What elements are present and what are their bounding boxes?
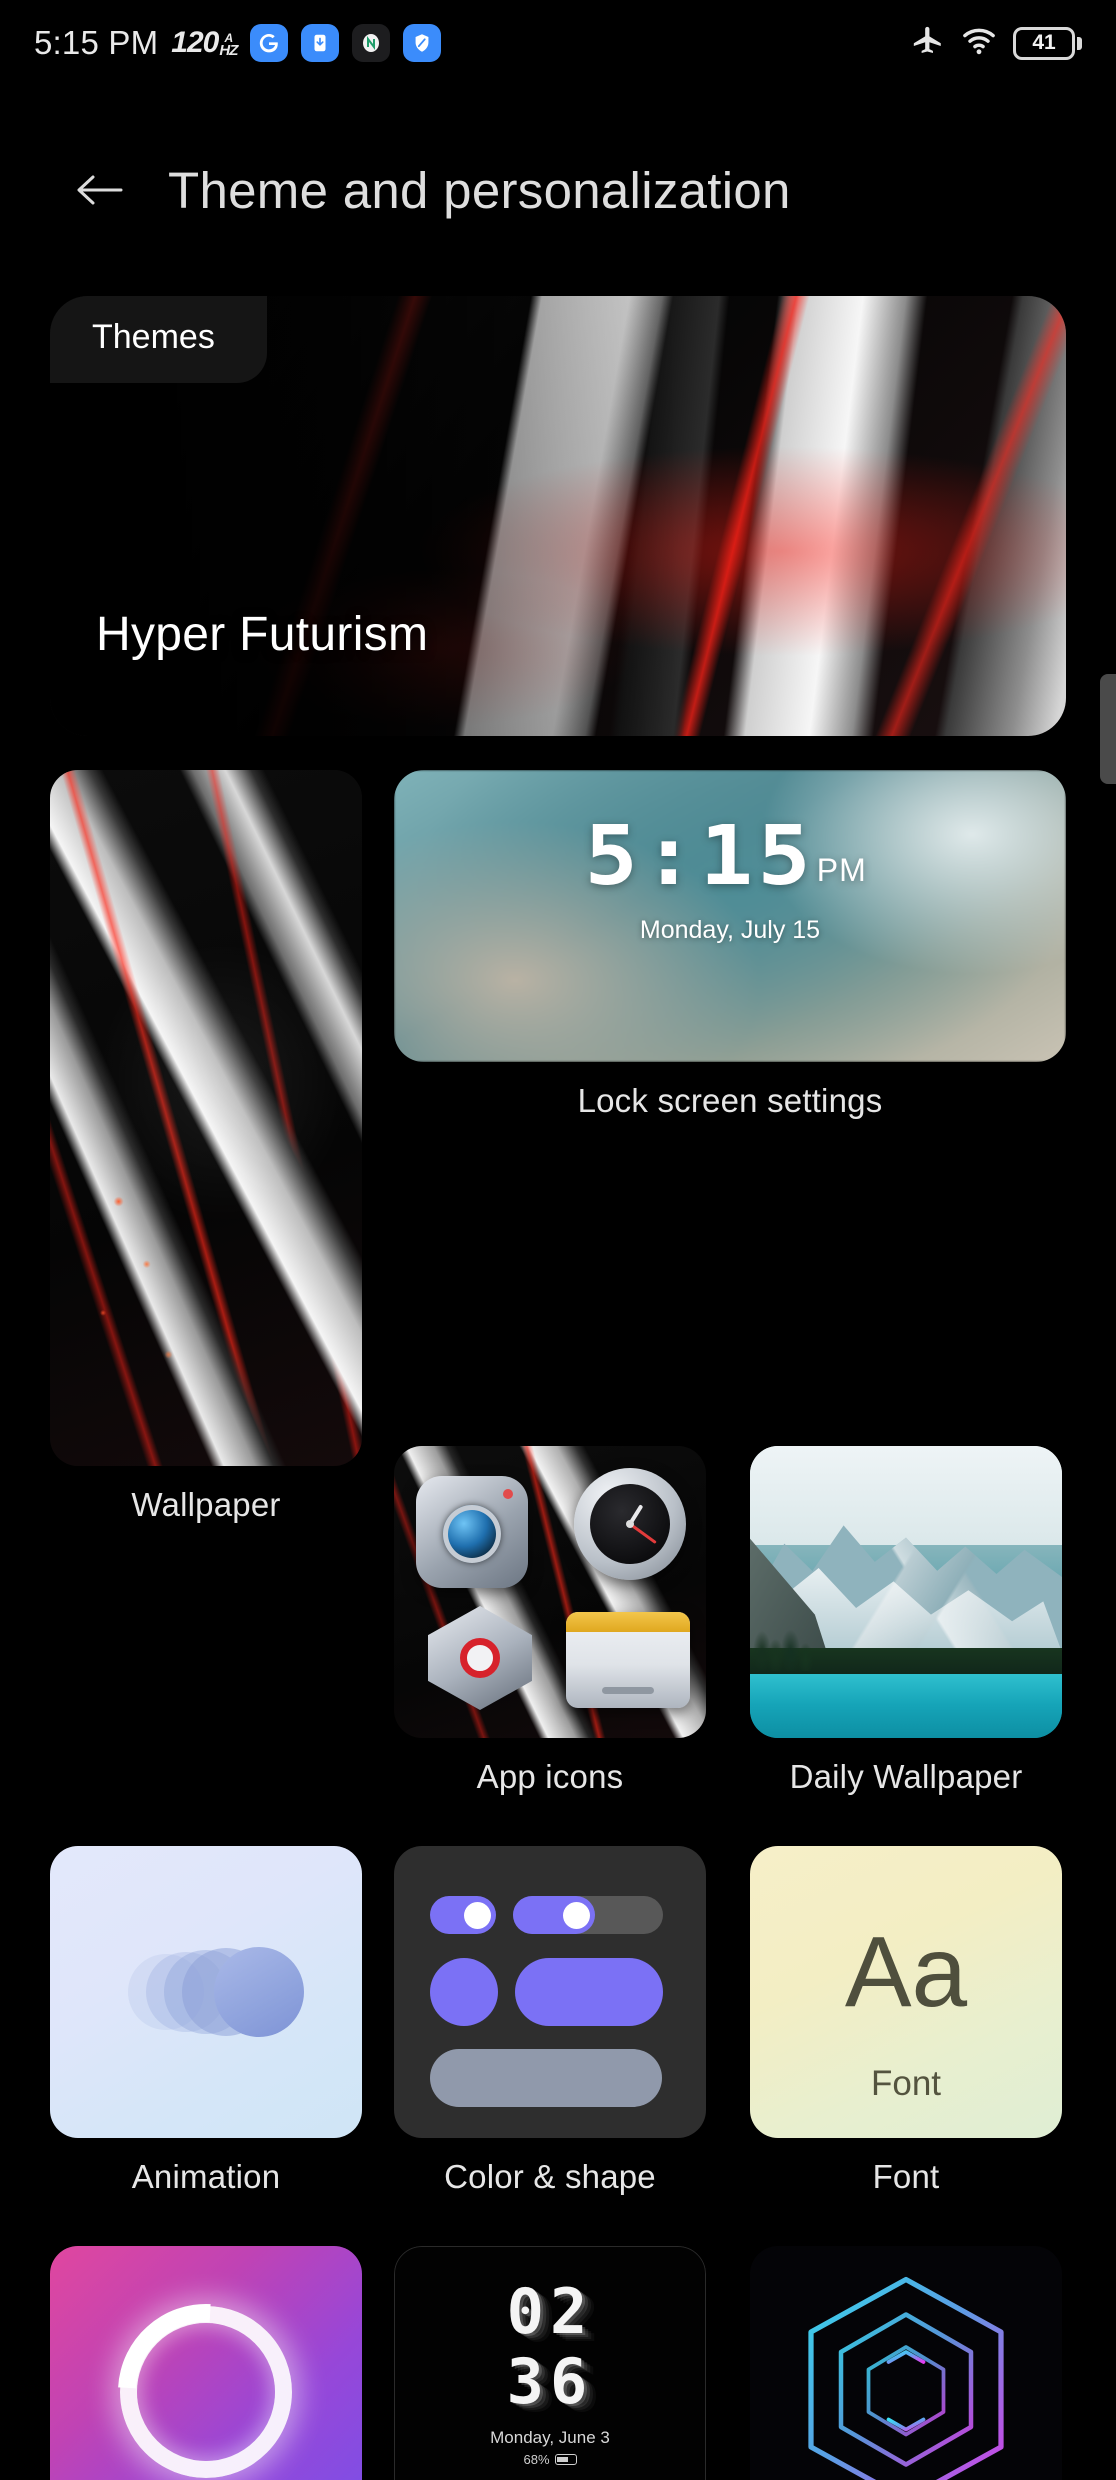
folder-slit-icon [602,1687,654,1694]
aod-battery: 68% [394,2452,706,2467]
light-strip-preview [50,2246,362,2480]
lock-screen-clock-widget: 5:15 PM Monday, July 15 [394,816,1066,945]
themes-chip-label: Themes [50,296,267,383]
animation-preview [50,1846,362,2138]
color-shape-toggle-wide-knob [563,1901,590,1929]
folder-tab-icon [566,1612,690,1632]
battery-cap-icon [1077,36,1082,50]
tile-label-animation: Animation [131,2158,281,2195]
page-header: Theme and personalization [0,140,1116,240]
status-bar-right: 41 [911,24,1082,63]
folder-app-icon-preview [566,1612,690,1708]
status-bar-clock: 5:15 PM [34,24,159,61]
font-preview: Aa Font [750,1846,1062,2138]
settings-scroll-area[interactable]: Themes Hyper Futurism Wallpaper 5:15 PM … [0,286,1116,2480]
color-shape-toggle-small-knob [464,1901,491,1929]
tile-font[interactable]: Aa Font Font [750,1846,1062,2196]
wifi-icon [961,26,997,61]
camera-app-icon-preview [416,1476,528,1588]
tile-animation[interactable]: Animation [50,1846,362,2196]
scrollbar-thumb[interactable] [1100,674,1116,784]
daily-wallpaper-lake [750,1673,1062,1738]
tile-app-icons[interactable]: App icons [394,1446,706,1796]
battery-level-label: 41 [1013,26,1075,60]
status-bar-left: 5:15 PM 120 A HZ [34,24,442,62]
gem-ring-icon [460,1638,500,1678]
tile-wallpaper[interactable]: Wallpaper [50,770,362,1524]
shield-app-icon [403,24,442,62]
refresh-rate-indicator: 120 A HZ [171,26,238,60]
tile-label-wallpaper: Wallpaper [131,1486,281,1523]
tile-label-app-icons: App icons [476,1758,624,1795]
app-icons-preview [394,1446,706,1738]
lock-screen-date: Monday, July 15 [639,916,821,944]
color-shape-bar-swatch [430,2049,662,2107]
back-button[interactable] [72,163,126,217]
wallpaper-preview [50,770,362,1466]
themes-banner-card[interactable]: Themes Hyper Futurism [50,296,1066,736]
tile-lock-screen-settings[interactable]: 5:15 PM Monday, July 15 Lock screen sett… [394,770,1066,1120]
network-app-icon [352,24,391,62]
tile-label-font: Font [872,2158,940,2195]
gem-app-icon-preview [428,1606,532,1710]
tile-label-lock-screen-settings: Lock screen settings [577,1082,883,1119]
color-shape-toggle-small [430,1896,496,1934]
aod-preview: 02 36 Monday, June 3 68% ◎ ⚒ ♪ ⋯ [394,2246,706,2480]
color-shape-circle-swatch [430,1958,498,2026]
aod-minutes: 36 [506,2345,594,2418]
aod-battery-label: 68% [523,2452,550,2467]
aod-battery-icon [554,2454,577,2465]
color-shape-toggle-wide [513,1896,663,1934]
daily-wallpaper-preview [750,1446,1062,1738]
daily-wallpaper-sky [750,1446,1062,1546]
camera-flash-icon [503,1489,513,1499]
clock-app-icon-preview [574,1468,686,1580]
font-sample-text: Aa [844,1916,968,2028]
color-shape-preview [394,1846,706,2138]
tile-label-daily-wallpaper: Daily Wallpaper [789,1758,1023,1795]
color-shape-pill-swatch [515,1958,663,2026]
aod-hours: 02 [506,2275,594,2348]
aod-date: Monday, June 3 [490,2428,610,2447]
tile-label-color-shape: Color & shape [444,2158,656,2195]
animation-ball-icon [214,1947,304,2037]
google-app-icon [250,24,289,62]
wallpaper-artwork [50,770,362,1466]
clipboard-app-icon [301,24,340,62]
refresh-rate-unit: HZ [219,41,238,59]
lock-screen-preview: 5:15 PM Monday, July 15 [394,770,1066,1062]
refresh-rate-value: 120 [171,26,219,59]
page-title: Theme and personalization [168,161,791,219]
tile-color-shape[interactable]: Color & shape [394,1846,706,2196]
current-theme-name: Hyper Futurism [96,608,429,661]
lock-screen-time: 5:15 [584,809,816,904]
tile-light-strip[interactable]: Light strip [50,2246,362,2480]
fingerprint-hexagon-icon [781,2265,1031,2480]
tile-aod[interactable]: 02 36 Monday, June 3 68% ◎ ⚒ ♪ ⋯ AOD [394,2246,706,2480]
clock-center-pin-icon [626,1520,634,1528]
font-caption: Font [870,2064,942,2103]
daily-wallpaper-trees [750,1606,900,1671]
tile-daily-wallpaper[interactable]: Daily Wallpaper [750,1446,1062,1796]
status-bar: 5:15 PM 120 A HZ 41 [0,0,1116,86]
airplane-mode-icon [911,24,945,63]
fingerprint-preview [750,2246,1062,2480]
battery-indicator: 41 [1013,26,1082,60]
tile-fingerprint[interactable]: Fingerprint [750,2246,1062,2480]
lock-screen-ampm: PM [816,852,867,888]
camera-lens-icon [443,1505,501,1564]
